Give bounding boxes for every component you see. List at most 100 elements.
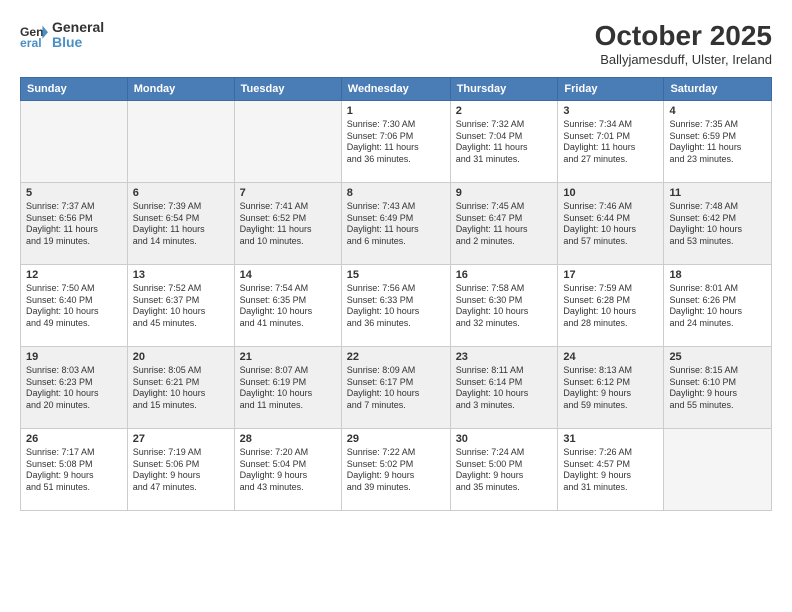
day-info: Sunrise: 7:26 AM Sunset: 4:57 PM Dayligh… [563,447,658,494]
day-number: 19 [26,351,122,363]
day-info: Sunrise: 7:30 AM Sunset: 7:06 PM Dayligh… [347,119,445,166]
day-info: Sunrise: 8:01 AM Sunset: 6:26 PM Dayligh… [669,283,766,330]
svg-text:eral: eral [20,37,42,50]
day-info: Sunrise: 7:32 AM Sunset: 7:04 PM Dayligh… [456,119,553,166]
day-info: Sunrise: 7:24 AM Sunset: 5:00 PM Dayligh… [456,447,553,494]
logo-icon: Gen eral [20,21,48,49]
day-number: 2 [456,105,553,117]
day-info: Sunrise: 7:35 AM Sunset: 6:59 PM Dayligh… [669,119,766,166]
day-info: Sunrise: 7:50 AM Sunset: 6:40 PM Dayligh… [26,283,122,330]
day-info: Sunrise: 7:34 AM Sunset: 7:01 PM Dayligh… [563,119,658,166]
calendar-week-row: 19 Sunrise: 8:03 AM Sunset: 6:23 PM Dayli… [21,347,772,429]
day-number: 26 [26,433,122,445]
day-info: Sunrise: 8:09 AM Sunset: 6:17 PM Dayligh… [347,365,445,412]
table-row [127,101,234,183]
table-row: 18Sunrise: 8:01 AM Sunset: 6:26 PM Dayli… [664,265,772,347]
day-number: 30 [456,433,553,445]
page-title: October 2025 [595,20,772,52]
header-friday: Friday [558,78,664,101]
day-info: Sunrise: 7:45 AM Sunset: 6:47 PM Dayligh… [456,201,553,248]
day-number: 5 [26,187,122,199]
table-row: 4 Sunrise: 7:35 AM Sunset: 6:59 PM Daylig… [664,101,772,183]
day-info: Sunrise: 7:59 AM Sunset: 6:28 PM Dayligh… [563,283,658,330]
table-row: 2 Sunrise: 7:32 AM Sunset: 7:04 PM Daylig… [450,101,558,183]
day-number: 31 [563,433,658,445]
calendar-week-row: 12 Sunrise: 7:50 AM Sunset: 6:40 PM Dayli… [21,265,772,347]
table-row: 19 Sunrise: 8:03 AM Sunset: 6:23 PM Dayli… [21,347,128,429]
table-row: 24Sunrise: 8:13 AM Sunset: 6:12 PM Dayli… [558,347,664,429]
calendar-week-row: 5 Sunrise: 7:37 AM Sunset: 6:56 PM Daylig… [21,183,772,265]
table-row: 20Sunrise: 8:05 AM Sunset: 6:21 PM Dayli… [127,347,234,429]
day-number: 8 [347,187,445,199]
calendar-week-row: 26Sunrise: 7:17 AM Sunset: 5:08 PM Dayli… [21,429,772,511]
day-info: Sunrise: 8:03 AM Sunset: 6:23 PM Dayligh… [26,365,122,412]
day-info: Sunrise: 7:58 AM Sunset: 6:30 PM Dayligh… [456,283,553,330]
table-row: 17 Sunrise: 7:59 AM Sunset: 6:28 PM Dayli… [558,265,664,347]
day-number: 25 [669,351,766,363]
day-number: 28 [240,433,336,445]
table-row: 6 Sunrise: 7:39 AM Sunset: 6:54 PM Daylig… [127,183,234,265]
day-number: 6 [133,187,229,199]
header-sunday: Sunday [21,78,128,101]
day-number: 11 [669,187,766,199]
table-row: 30 Sunrise: 7:24 AM Sunset: 5:00 PM Dayli… [450,429,558,511]
table-row: 3Sunrise: 7:34 AM Sunset: 7:01 PM Daylig… [558,101,664,183]
day-info: Sunrise: 8:05 AM Sunset: 6:21 PM Dayligh… [133,365,229,412]
day-info: Sunrise: 8:07 AM Sunset: 6:19 PM Dayligh… [240,365,336,412]
header-thursday: Thursday [450,78,558,101]
table-row: 27 Sunrise: 7:19 AM Sunset: 5:06 PM Dayli… [127,429,234,511]
logo-line1: General [52,20,104,35]
day-number: 27 [133,433,229,445]
table-row: 5 Sunrise: 7:37 AM Sunset: 6:56 PM Daylig… [21,183,128,265]
day-number: 23 [456,351,553,363]
day-number: 4 [669,105,766,117]
table-row: 8 Sunrise: 7:43 AM Sunset: 6:49 PM Daylig… [341,183,450,265]
table-row: 23 Sunrise: 8:11 AM Sunset: 6:14 PM Dayli… [450,347,558,429]
day-info: Sunrise: 7:54 AM Sunset: 6:35 PM Dayligh… [240,283,336,330]
page-subtitle: Ballyjamesduff, Ulster, Ireland [595,52,772,67]
table-row: 15 Sunrise: 7:56 AM Sunset: 6:33 PM Dayli… [341,265,450,347]
header-monday: Monday [127,78,234,101]
day-number: 24 [563,351,658,363]
table-row: 28Sunrise: 7:20 AM Sunset: 5:04 PM Dayli… [234,429,341,511]
day-info: Sunrise: 7:37 AM Sunset: 6:56 PM Dayligh… [26,201,122,248]
day-info: Sunrise: 8:11 AM Sunset: 6:14 PM Dayligh… [456,365,553,412]
day-info: Sunrise: 7:22 AM Sunset: 5:02 PM Dayligh… [347,447,445,494]
logo-line2: Blue [52,35,104,50]
day-info: Sunrise: 7:19 AM Sunset: 5:06 PM Dayligh… [133,447,229,494]
table-row: 1 Sunrise: 7:30 AM Sunset: 7:06 PM Daylig… [341,101,450,183]
day-info: Sunrise: 7:43 AM Sunset: 6:49 PM Dayligh… [347,201,445,248]
day-number: 22 [347,351,445,363]
table-row: 22 Sunrise: 8:09 AM Sunset: 6:17 PM Dayli… [341,347,450,429]
day-info: Sunrise: 7:41 AM Sunset: 6:52 PM Dayligh… [240,201,336,248]
table-row: 31 Sunrise: 7:26 AM Sunset: 4:57 PM Dayli… [558,429,664,511]
table-row: 13Sunrise: 7:52 AM Sunset: 6:37 PM Dayli… [127,265,234,347]
day-info: Sunrise: 7:52 AM Sunset: 6:37 PM Dayligh… [133,283,229,330]
day-number: 1 [347,105,445,117]
table-row: 26Sunrise: 7:17 AM Sunset: 5:08 PM Dayli… [21,429,128,511]
table-row: 16Sunrise: 7:58 AM Sunset: 6:30 PM Dayli… [450,265,558,347]
day-info: Sunrise: 7:39 AM Sunset: 6:54 PM Dayligh… [133,201,229,248]
table-row: 9Sunrise: 7:45 AM Sunset: 6:47 PM Daylig… [450,183,558,265]
calendar-table: Sunday Monday Tuesday Wednesday Thursday… [20,77,772,511]
header-wednesday: Wednesday [341,78,450,101]
header-saturday: Saturday [664,78,772,101]
day-info: Sunrise: 8:15 AM Sunset: 6:10 PM Dayligh… [669,365,766,412]
logo-text: General Blue [52,20,104,51]
day-info: Sunrise: 7:56 AM Sunset: 6:33 PM Dayligh… [347,283,445,330]
table-row: 29 Sunrise: 7:22 AM Sunset: 5:02 PM Dayli… [341,429,450,511]
page-header: Gen eral General Blue October 2025 Bally… [20,20,772,67]
logo: Gen eral General Blue [20,20,104,51]
day-info: Sunrise: 7:46 AM Sunset: 6:44 PM Dayligh… [563,201,658,248]
day-number: 21 [240,351,336,363]
day-number: 17 [563,269,658,281]
table-row: 10Sunrise: 7:46 AM Sunset: 6:44 PM Dayli… [558,183,664,265]
table-row: 25 Sunrise: 8:15 AM Sunset: 6:10 PM Dayli… [664,347,772,429]
day-number: 7 [240,187,336,199]
day-number: 12 [26,269,122,281]
calendar-week-row: 1 Sunrise: 7:30 AM Sunset: 7:06 PM Daylig… [21,101,772,183]
table-row [21,101,128,183]
day-number: 15 [347,269,445,281]
day-number: 29 [347,433,445,445]
table-row: 12 Sunrise: 7:50 AM Sunset: 6:40 PM Dayli… [21,265,128,347]
